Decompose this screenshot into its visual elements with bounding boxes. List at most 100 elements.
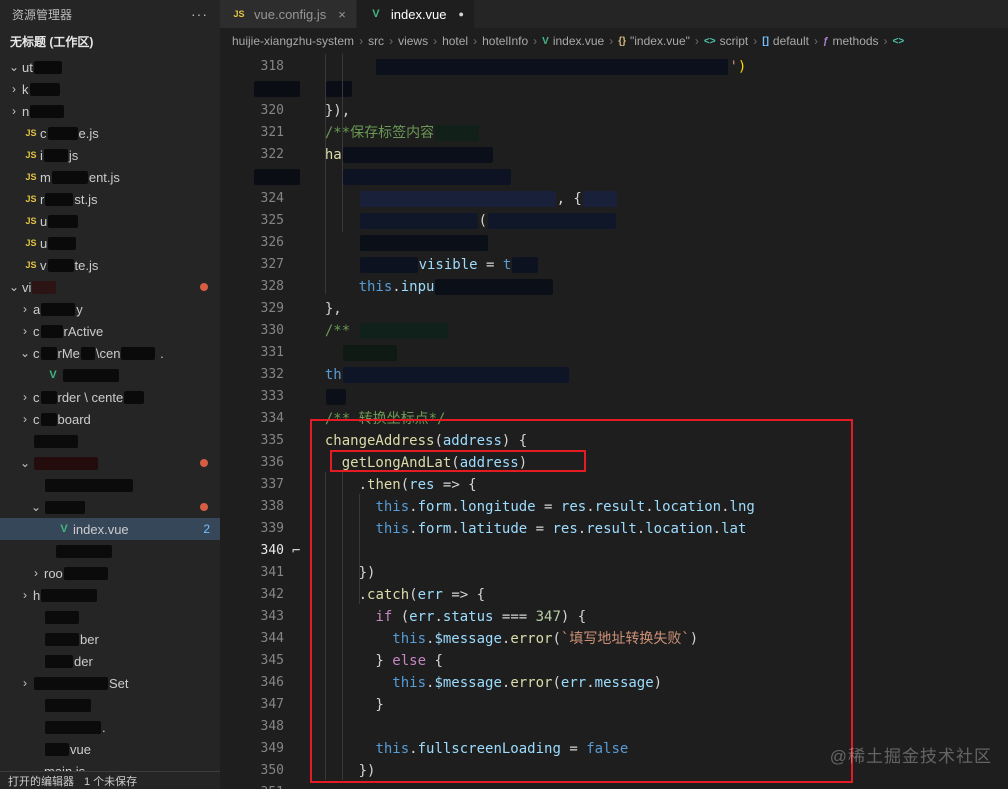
tree-item-27[interactable]: der — [0, 650, 220, 672]
code-area[interactable]: 318 ')319 320 }),321 /**保存标签内容322 ha323 … — [220, 54, 1008, 789]
code-line-336[interactable]: 336 getLongAndLat(address) — [220, 452, 1008, 474]
code-line-329[interactable]: 329 }, — [220, 298, 1008, 320]
code-line-320[interactable]: 320 }), — [220, 100, 1008, 122]
tree-item-0[interactable]: ⌄ ut — [0, 56, 220, 78]
tree-item-3[interactable]: JS c e.js — [0, 122, 220, 144]
code-line-332[interactable]: 332 th — [220, 364, 1008, 386]
redaction-blob — [124, 390, 145, 404]
code-line-339[interactable]: 339 this.form.latitude = res.result.loca… — [220, 518, 1008, 540]
code-line-323[interactable]: 323 — [220, 166, 1008, 188]
code-line-326[interactable]: 326 — [220, 232, 1008, 254]
tree-item-1[interactable]: › k — [0, 78, 220, 100]
tree-item-8[interactable]: JS u — [0, 232, 220, 254]
text-segment: . — [451, 499, 460, 515]
tree-item-30[interactable]: . — [0, 716, 220, 738]
tree-item-31[interactable]: vue — [0, 738, 220, 760]
tree-item-18[interactable]: ⌄ — [0, 452, 220, 474]
code-line-318[interactable]: 318 ') — [220, 56, 1008, 78]
text-segment: i — [40, 147, 43, 163]
code-line-351[interactable]: 351 — [220, 782, 1008, 789]
tree-item-13[interactable]: ⌄ c rMe \cen . — [0, 342, 220, 364]
modified-dot — [200, 459, 208, 467]
tree-item-24[interactable]: › h — [0, 584, 220, 606]
code-line-338[interactable]: 338 this.form.longitude = res.result.loc… — [220, 496, 1008, 518]
code-line-341[interactable]: 341 }) — [220, 562, 1008, 584]
open-editors-label[interactable]: 打开的编辑器 — [8, 773, 74, 789]
code-line-342[interactable]: 342 .catch(err => { — [220, 584, 1008, 606]
code-line-333[interactable]: 333 — [220, 386, 1008, 408]
breadcrumb-item-hotel[interactable]: hotel — [442, 34, 468, 48]
tree-item-32[interactable]: main.js — [0, 760, 220, 772]
breadcrumb-item-src[interactable]: src — [368, 34, 384, 48]
tree-item-9[interactable]: JS v te.js — [0, 254, 220, 276]
tree-item-12[interactable]: › c rActive — [0, 320, 220, 342]
breadcrumb-item-hotelInfo[interactable]: hotelInfo — [482, 34, 528, 48]
tree-item-5[interactable]: JS m ent.js — [0, 166, 220, 188]
code-line-340[interactable]: 340 ⌐ — [220, 540, 1008, 562]
code-line-337[interactable]: 337 .then(res => { — [220, 474, 1008, 496]
more-actions-icon[interactable]: ··· — [191, 6, 208, 22]
text-segment: ( — [552, 675, 561, 691]
tree-item-29[interactable] — [0, 694, 220, 716]
code-line-328[interactable]: 328 this.inpu — [220, 276, 1008, 298]
code-line-322[interactable]: 322 ha — [220, 144, 1008, 166]
tree-item-20[interactable]: ⌄ — [0, 496, 220, 518]
breadcrumb-item-huijie-xiangzhu-system[interactable]: huijie-xiangzhu-system — [232, 34, 354, 48]
redaction-blob — [40, 346, 57, 360]
breadcrumb-item-views[interactable]: views — [398, 34, 428, 48]
tree-item-26[interactable]: ber — [0, 628, 220, 650]
code-line-347[interactable]: 347 } — [220, 694, 1008, 716]
tree-item-28[interactable]: › Set — [0, 672, 220, 694]
tree-item-11[interactable]: › a y — [0, 298, 220, 320]
tree-item-25[interactable] — [0, 606, 220, 628]
tree-item-2[interactable]: › n — [0, 100, 220, 122]
tree-item-7[interactable]: JS u — [0, 210, 220, 232]
code-line-327[interactable]: 327 visible = t — [220, 254, 1008, 276]
text-segment: = — [477, 257, 503, 273]
tree-item-23[interactable]: › roo — [0, 562, 220, 584]
code-line-343[interactable]: 343 if (err.status === 347) { — [220, 606, 1008, 628]
code-line-331[interactable]: 331 — [220, 342, 1008, 364]
code-line-319[interactable]: 319 — [220, 78, 1008, 100]
code-line-324[interactable]: 324 , { — [220, 188, 1008, 210]
code-line-335[interactable]: 335 changeAddress(address) { — [220, 430, 1008, 452]
code-line-346[interactable]: 346 this.$message.error(err.message) — [220, 672, 1008, 694]
tree-item-15[interactable]: › c rder \ cente — [0, 386, 220, 408]
text-segment — [308, 323, 325, 339]
tab-vue.config.js[interactable]: JS vue.config.js × — [220, 0, 356, 28]
workspace-label[interactable]: 无标题 (工作区) — [0, 28, 220, 54]
breadcrumb-item-default[interactable]: [] default — [762, 34, 809, 48]
redaction-blob — [48, 236, 77, 250]
code-content: }), — [308, 100, 350, 122]
breadcrumb-item-script[interactable]: <> script — [704, 34, 748, 48]
open-editors-bar[interactable]: 打开的编辑器 1 个未保存 — [0, 771, 220, 789]
code-line-330[interactable]: 330 /** — [220, 320, 1008, 342]
text-segment — [308, 213, 359, 229]
code-line-345[interactable]: 345 } else { — [220, 650, 1008, 672]
tree-item-16[interactable]: › c board — [0, 408, 220, 430]
code-line-348[interactable]: 348 — [220, 716, 1008, 738]
breadcrumb-item-methods[interactable]: ƒ methods — [823, 34, 879, 48]
code-line-344[interactable]: 344 this.$message.error(`填写地址转换失败`) — [220, 628, 1008, 650]
close-icon[interactable]: × — [338, 7, 346, 22]
breadcrumb-item-symbol[interactable]: <> — [893, 36, 905, 47]
code-content: } — [308, 694, 383, 716]
text-segment: ( — [400, 477, 410, 493]
breadcrumb-item-index.vue[interactable]: Vindex.vue — [542, 34, 604, 48]
tree-item-14[interactable]: V — [0, 364, 220, 386]
tree-item-21[interactable]: Vindex.vue 2 — [0, 518, 220, 540]
tree-item-6[interactable]: JS r st.js — [0, 188, 220, 210]
text-segment: ' — [729, 59, 738, 75]
code-line-325[interactable]: 325 ( — [220, 210, 1008, 232]
tree-item-17[interactable] — [0, 430, 220, 452]
breadcrumb-separator-icon: › — [389, 34, 394, 48]
tree-item-19[interactable] — [0, 474, 220, 496]
tab-index.vue[interactable]: Vindex.vue ● — [356, 0, 474, 28]
tree-item-22[interactable] — [0, 540, 220, 562]
text-segment: vi — [22, 279, 32, 295]
breadcrumb-item-"index.vue"[interactable]: {} "index.vue" — [618, 34, 690, 48]
code-line-321[interactable]: 321 /**保存标签内容 — [220, 122, 1008, 144]
code-line-334[interactable]: 334 /** 转换坐标点*/ — [220, 408, 1008, 430]
tree-item-4[interactable]: JS i js — [0, 144, 220, 166]
tree-item-10[interactable]: ⌄ vi — [0, 276, 220, 298]
